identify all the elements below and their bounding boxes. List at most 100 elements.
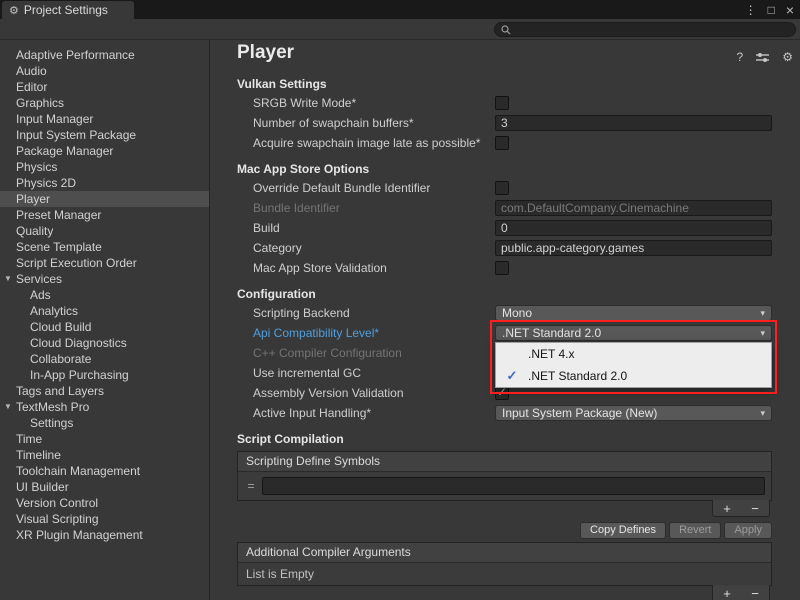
sidebar-item-time[interactable]: Time xyxy=(0,431,209,447)
sidebar-item-services[interactable]: ▼Services xyxy=(0,271,209,287)
player-settings-content: Vulkan Settings SRGB Write Mode* Number … xyxy=(211,68,800,600)
compiler-arguments-list-controls: + − xyxy=(712,585,770,600)
copy-defines-button[interactable]: Copy Defines xyxy=(580,522,666,539)
additional-compiler-arguments-header: Additional Compiler Arguments xyxy=(238,543,771,563)
sidebar-item-script-execution-order[interactable]: Script Execution Order xyxy=(0,255,209,271)
sidebar-item-textmesh-pro[interactable]: ▼TextMesh Pro xyxy=(0,399,209,415)
sidebar-item-version-control[interactable]: Version Control xyxy=(0,495,209,511)
scripting-define-symbols-header: Scripting Define Symbols xyxy=(238,452,771,472)
sidebar-item-cloud-diagnostics[interactable]: Cloud Diagnostics xyxy=(0,335,209,351)
sidebar-item-ui-builder[interactable]: UI Builder xyxy=(0,479,209,495)
add-define-button[interactable]: + xyxy=(723,501,731,516)
sidebar-item-tags-and-layers[interactable]: Tags and Layers xyxy=(0,383,209,399)
setting-row: Build 0 xyxy=(211,218,800,238)
settings-gear-icon: ⚙ xyxy=(9,4,19,17)
category-field[interactable]: public.app-category.games xyxy=(495,240,772,256)
setting-row: Override Default Bundle Identifier xyxy=(211,178,800,198)
tab-project-settings[interactable]: ⚙ Project Settings xyxy=(2,1,134,19)
titlebar: ⚙ Project Settings ⋮ □ × xyxy=(0,0,800,19)
define-symbols-list-controls: + − xyxy=(712,500,770,517)
remove-define-button[interactable]: − xyxy=(751,501,759,516)
section-script-compilation: Script Compilation xyxy=(211,430,800,448)
define-symbol-entry: = xyxy=(238,472,771,500)
settings-category-list: Adaptive Performance Audio Editor Graphi… xyxy=(0,40,210,600)
sidebar-item-in-app-purchasing[interactable]: In-App Purchasing xyxy=(0,367,209,383)
mac-app-store-validation-checkbox[interactable] xyxy=(495,261,509,275)
sidebar-item-graphics[interactable]: Graphics xyxy=(0,95,209,111)
empty-list-label: List is Empty xyxy=(238,563,771,585)
sidebar-item-ads[interactable]: Ads xyxy=(0,287,209,303)
sidebar-item-package-manager[interactable]: Package Manager xyxy=(0,143,209,159)
apply-button[interactable]: Apply xyxy=(724,522,772,539)
sidebar-item-collaborate[interactable]: Collaborate xyxy=(0,351,209,367)
setting-row: Bundle Identifier com.DefaultCompany.Cin… xyxy=(211,198,800,218)
player-settings-panel: Player ? ⚙ Vulkan Settings SRGB Write Mo… xyxy=(211,40,800,600)
define-symbol-input[interactable] xyxy=(262,477,765,495)
scripting-define-symbols-box: Scripting Define Symbols = xyxy=(237,451,772,501)
search-input[interactable] xyxy=(494,22,796,37)
tab-title: Project Settings xyxy=(24,3,108,17)
setting-row: Active Input Handling* Input System Pack… xyxy=(211,403,800,423)
sidebar-item-physics[interactable]: Physics xyxy=(0,159,209,175)
popup-item-net-standard-20[interactable]: ✓ .NET Standard 2.0 xyxy=(496,365,771,387)
scripting-backend-dropdown[interactable]: Mono xyxy=(495,305,772,321)
window-menu-icon[interactable]: ⋮ xyxy=(745,4,757,16)
sidebar-item-player[interactable]: Player xyxy=(0,191,209,207)
additional-compiler-arguments-box: Additional Compiler Arguments List is Em… xyxy=(237,542,772,586)
sidebar-item-input-manager[interactable]: Input Manager xyxy=(0,111,209,127)
foldout-open-icon[interactable]: ▼ xyxy=(4,271,12,287)
setting-row: Number of swapchain buffers* 3 xyxy=(211,113,800,133)
section-vulkan-settings: Vulkan Settings xyxy=(211,75,800,93)
search-icon xyxy=(501,25,511,35)
presets-icon[interactable] xyxy=(756,52,769,63)
setting-row: Scripting Backend Mono xyxy=(211,303,800,323)
sidebar-item-toolchain-management[interactable]: Toolchain Management xyxy=(0,463,209,479)
sidebar-item-cloud-build[interactable]: Cloud Build xyxy=(0,319,209,335)
sidebar-item-adaptive-performance[interactable]: Adaptive Performance xyxy=(0,47,209,63)
gear-icon[interactable]: ⚙ xyxy=(782,50,793,64)
sidebar-item-analytics[interactable]: Analytics xyxy=(0,303,209,319)
srgb-write-mode-checkbox[interactable] xyxy=(495,96,509,110)
sidebar-item-input-system-package[interactable]: Input System Package xyxy=(0,127,209,143)
build-field[interactable]: 0 xyxy=(495,220,772,236)
help-icon[interactable]: ? xyxy=(737,50,744,64)
bundle-identifier-field: com.DefaultCompany.Cinemachine xyxy=(495,200,772,216)
api-compatibility-popup: .NET 4.x ✓ .NET Standard 2.0 xyxy=(495,342,772,388)
assembly-version-validation-checkbox[interactable] xyxy=(495,386,509,400)
section-configuration: Configuration xyxy=(211,285,800,303)
window-controls: ⋮ □ × xyxy=(745,0,794,19)
sidebar-item-audio[interactable]: Audio xyxy=(0,63,209,79)
toolbar xyxy=(0,19,800,40)
close-icon[interactable]: × xyxy=(786,3,794,17)
acquire-swapchain-late-checkbox[interactable] xyxy=(495,136,509,150)
api-compatibility-row: Api Compatibility Level* .NET Standard 2… xyxy=(211,323,800,343)
sidebar-item-textmesh-settings[interactable]: Settings xyxy=(0,415,209,431)
define-symbols-buttons: Copy Defines Revert Apply xyxy=(211,522,772,539)
popup-item-net4x[interactable]: .NET 4.x xyxy=(496,343,771,365)
add-argument-button[interactable]: + xyxy=(723,586,731,600)
revert-button[interactable]: Revert xyxy=(669,522,721,539)
api-compatibility-dropdown[interactable]: .NET Standard 2.0 xyxy=(495,325,772,341)
sidebar-item-xr-plugin-management[interactable]: XR Plugin Management xyxy=(0,527,209,543)
sidebar-item-timeline[interactable]: Timeline xyxy=(0,447,209,463)
maximize-icon[interactable]: □ xyxy=(768,4,775,16)
drag-handle-icon[interactable]: = xyxy=(244,479,258,493)
setting-row: SRGB Write Mode* xyxy=(211,93,800,113)
setting-row: Category public.app-category.games xyxy=(211,238,800,258)
sidebar-item-preset-manager[interactable]: Preset Manager xyxy=(0,207,209,223)
sidebar-item-quality[interactable]: Quality xyxy=(0,223,209,239)
remove-argument-button[interactable]: − xyxy=(751,586,759,600)
page-title: Player xyxy=(237,42,294,64)
swapchain-buffers-field[interactable]: 3 xyxy=(495,115,772,131)
setting-row: Mac App Store Validation xyxy=(211,258,800,278)
section-mac-app-store: Mac App Store Options xyxy=(211,160,800,178)
sidebar-item-scene-template[interactable]: Scene Template xyxy=(0,239,209,255)
sidebar-item-visual-scripting[interactable]: Visual Scripting xyxy=(0,511,209,527)
sidebar-item-physics-2d[interactable]: Physics 2D xyxy=(0,175,209,191)
sidebar-item-editor[interactable]: Editor xyxy=(0,79,209,95)
check-icon: ✓ xyxy=(496,368,528,384)
foldout-open-icon[interactable]: ▼ xyxy=(4,399,12,415)
active-input-handling-dropdown[interactable]: Input System Package (New) xyxy=(495,405,772,421)
override-bundle-identifier-checkbox[interactable] xyxy=(495,181,509,195)
setting-row: Acquire swapchain image late as possible… xyxy=(211,133,800,153)
